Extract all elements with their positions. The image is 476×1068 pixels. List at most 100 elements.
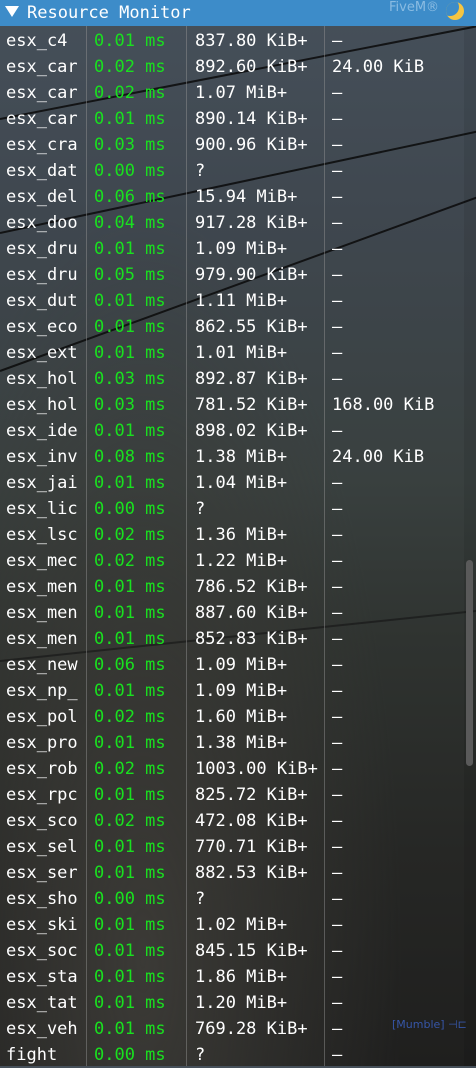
resource-name: esx_sel [6, 837, 78, 857]
cpu-time: 0.01 ms [94, 837, 166, 857]
memory-usage: 472.08 KiB+ [195, 811, 308, 831]
streaming-size: – [332, 187, 343, 207]
streaming-size: – [332, 499, 343, 519]
table-row: esx_rob 0.02 ms 1003.00 KiB+ – [0, 756, 476, 782]
resource-name: esx_jai [6, 473, 78, 493]
table-row: esx_sta 0.01 ms 1.86 MiB+ – [0, 964, 476, 990]
table-row: esx_eco 0.01 ms 862.55 KiB+ – [0, 314, 476, 340]
window-title: Resource Monitor [27, 3, 191, 23]
streaming-size: – [332, 993, 343, 1013]
memory-usage: 1.38 MiB+ [195, 447, 288, 467]
resource-name: esx_soc [6, 941, 78, 961]
resource-name: esx_del [6, 187, 78, 207]
table-row: esx_soc 0.01 ms 845.15 KiB+ – [0, 938, 476, 964]
table-row: esx_jai 0.01 ms 1.04 MiB+ – [0, 470, 476, 496]
scrollbar-track[interactable] [464, 28, 476, 1066]
table-row: esx_dat 0.00 ms? – [0, 158, 476, 184]
table-row: esx_del 0.06 ms 15.94 MiB+ – [0, 184, 476, 210]
table-row: esx_car 0.02 ms 1.07 MiB+ – [0, 80, 476, 106]
cpu-time: 0.01 ms [94, 421, 166, 441]
cpu-time: 0.04 ms [94, 213, 166, 233]
resource-name: fight [6, 1045, 58, 1065]
cpu-time: 0.02 ms [94, 525, 166, 545]
resource-name: esx_car [6, 109, 78, 129]
streaming-size: – [332, 603, 343, 623]
table-row: esx_hol 0.03 ms 781.52 KiB+ 168.00 KiB [0, 392, 476, 418]
memory-usage: 825.72 KiB+ [195, 785, 308, 805]
memory-usage: 900.96 KiB+ [195, 135, 308, 155]
table-row: esx_sco 0.02 ms 472.08 KiB+ – [0, 808, 476, 834]
cpu-time: 0.00 ms [94, 161, 166, 181]
memory-usage: 890.14 KiB+ [195, 109, 308, 129]
resource-name: esx_rob [6, 759, 78, 779]
memory-usage: 1.60 MiB+ [195, 707, 288, 727]
memory-usage: 1.38 MiB+ [195, 733, 288, 753]
resource-name: esx_ser [6, 863, 78, 883]
streaming-size: – [332, 811, 343, 831]
memory-usage: 781.52 KiB+ [195, 395, 308, 415]
memory-usage: 770.71 KiB+ [195, 837, 308, 857]
cpu-time: 0.02 ms [94, 707, 166, 727]
streaming-size: – [332, 889, 343, 909]
resource-name: esx_sco [6, 811, 78, 831]
resource-name: esx_ext [6, 343, 78, 363]
memory-usage: 1.04 MiB+ [195, 473, 288, 493]
memory-usage: ? [195, 161, 206, 181]
memory-usage: 1003.00 KiB+ [195, 759, 318, 779]
memory-usage: 1.86 MiB+ [195, 967, 288, 987]
cpu-time: 0.06 ms [94, 187, 166, 207]
memory-usage: 1.01 MiB+ [195, 343, 288, 363]
cpu-time: 0.01 ms [94, 31, 166, 51]
scrollbar-thumb[interactable] [466, 560, 473, 766]
table-row: esx_dut 0.01 ms 1.11 MiB+ – [0, 288, 476, 314]
cpu-time: 0.01 ms [94, 863, 166, 883]
streaming-size: – [332, 759, 343, 779]
resource-name: esx_cra [6, 135, 78, 155]
resource-name: esx_dut [6, 291, 78, 311]
memory-usage: 845.15 KiB+ [195, 941, 308, 961]
streaming-size: – [332, 421, 343, 441]
brand-watermark: FiveM® [389, 0, 440, 15]
table-row: esx_rpc 0.01 ms 825.72 KiB+ – [0, 782, 476, 808]
table-row: esx_dru 0.01 ms 1.09 MiB+ – [0, 236, 476, 262]
resource-name: esx_lic [6, 499, 78, 519]
collapse-triangle-icon[interactable] [5, 6, 19, 17]
memory-usage: 917.28 KiB+ [195, 213, 308, 233]
resource-name: esx_doo [6, 213, 78, 233]
resource-name: esx_inv [6, 447, 78, 467]
table-row: esx_tat 0.01 ms 1.20 MiB+ – [0, 990, 476, 1016]
streaming-size: – [332, 161, 343, 181]
streaming-size: – [332, 343, 343, 363]
streaming-size: – [332, 577, 343, 597]
resource-name: esx_ide [6, 421, 78, 441]
memory-usage: 892.87 KiB+ [195, 369, 308, 389]
table-row: esx_hol 0.03 ms 892.87 KiB+ – [0, 366, 476, 392]
memory-usage: 882.53 KiB+ [195, 863, 308, 883]
cpu-time: 0.01 ms [94, 915, 166, 935]
cpu-time: 0.01 ms [94, 577, 166, 597]
memory-usage: 979.90 KiB+ [195, 265, 308, 285]
mumble-status: [Mumble] ⊣⊏ [392, 1018, 467, 1031]
streaming-size: 24.00 KiB [332, 57, 425, 77]
table-row: esx_car 0.02 ms 892.60 KiB+ 24.00 KiB [0, 54, 476, 80]
resource-name: esx_tat [6, 993, 78, 1013]
cpu-time: 0.06 ms [94, 655, 166, 675]
streaming-size: – [332, 213, 343, 233]
resource-name: esx_pro [6, 733, 78, 753]
cpu-time: 0.00 ms [94, 499, 166, 519]
table-row: esx_doo 0.04 ms 917.28 KiB+ – [0, 210, 476, 236]
cpu-time: 0.02 ms [94, 759, 166, 779]
table-row: esx_car 0.01 ms 890.14 KiB+ – [0, 106, 476, 132]
resource-name: esx_men [6, 629, 78, 649]
streaming-size: – [332, 317, 343, 337]
memory-usage: 862.55 KiB+ [195, 317, 308, 337]
cpu-time: 0.01 ms [94, 291, 166, 311]
memory-usage: 786.52 KiB+ [195, 577, 308, 597]
memory-usage: 1.09 MiB+ [195, 239, 288, 259]
memory-usage: 1.09 MiB+ [195, 655, 288, 675]
streaming-size: 24.00 KiB [332, 447, 425, 467]
streaming-size: – [332, 629, 343, 649]
streaming-size: – [332, 83, 343, 103]
resource-name: esx_hol [6, 395, 78, 415]
cpu-time: 0.01 ms [94, 317, 166, 337]
